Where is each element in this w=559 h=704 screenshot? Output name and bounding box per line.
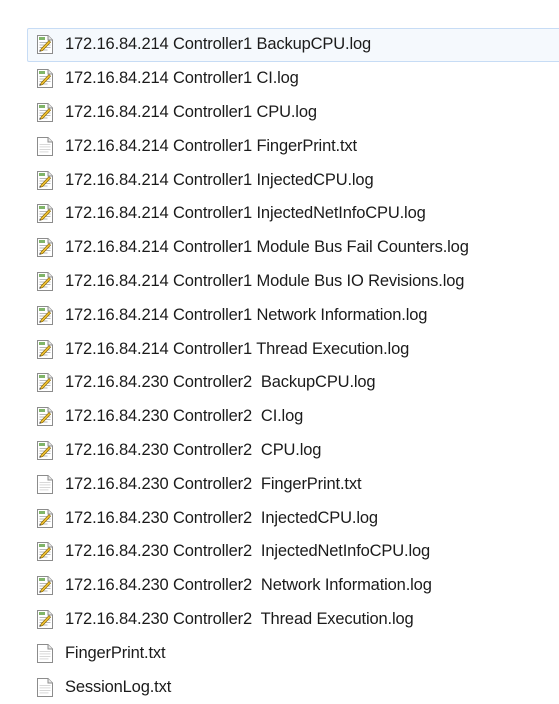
log-file-icon (35, 203, 55, 225)
file-item[interactable]: 172.16.84.230 Controller2 InjectedCPU.lo… (27, 501, 559, 535)
log-file-icon (35, 270, 55, 292)
file-item[interactable]: 172.16.84.214 Controller1 Module Bus IO … (27, 265, 559, 299)
log-file-icon (35, 372, 55, 394)
file-list: 172.16.84.214 Controller1 BackupCPU.log 1… (27, 28, 559, 704)
file-name: 172.16.84.214 Controller1 FingerPrint.tx… (65, 136, 357, 155)
log-file-icon (35, 575, 55, 597)
file-name: 172.16.84.230 Controller2 CI.log (65, 407, 304, 426)
log-file-icon (35, 68, 55, 90)
file-name: 172.16.84.230 Controller2 InjectedNetInf… (65, 542, 431, 561)
file-name: FingerPrint.txt (65, 643, 166, 662)
log-file-icon (35, 541, 55, 563)
file-name: 172.16.84.230 Controller2 InjectedCPU.lo… (65, 508, 378, 527)
file-name: 172.16.84.214 Controller1 CPU.log (65, 102, 317, 121)
file-name: 172.16.84.214 Controller1 BackupCPU.log (65, 35, 372, 54)
log-file-icon (35, 608, 55, 630)
file-item[interactable]: 172.16.84.214 Controller1 CPU.log (27, 96, 559, 130)
log-file-icon (35, 406, 55, 428)
file-item[interactable]: 172.16.84.230 Controller2 CI.log (27, 400, 559, 434)
file-name: 172.16.84.214 Controller1 Network Inform… (65, 305, 428, 324)
file-name: 172.16.84.214 Controller1 Thread Executi… (65, 339, 410, 358)
file-item[interactable]: 172.16.84.214 Controller1 InjectedCPU.lo… (27, 163, 559, 197)
file-item[interactable]: 172.16.84.214 Controller1 Thread Executi… (27, 332, 559, 366)
file-item[interactable]: 172.16.84.230 Controller2 InjectedNetInf… (27, 535, 559, 569)
file-name: 172.16.84.214 Controller1 InjectedNetInf… (65, 204, 426, 223)
log-file-icon (35, 439, 55, 461)
file-name: 172.16.84.214 Controller1 InjectedCPU.lo… (65, 170, 374, 189)
file-name: 172.16.84.230 Controller2 BackupCPU.log (65, 373, 376, 392)
file-item[interactable]: 172.16.84.214 Controller1 CI.log (27, 62, 559, 96)
file-item[interactable]: 172.16.84.214 Controller1 Module Bus Fai… (27, 231, 559, 265)
log-file-icon (35, 507, 55, 529)
text-file-icon (35, 642, 55, 664)
file-item[interactable]: 172.16.84.214 Controller1 InjectedNetInf… (27, 197, 559, 231)
file-name: 172.16.84.214 Controller1 CI.log (65, 69, 299, 88)
text-file-icon (35, 676, 55, 698)
file-item[interactable]: SessionLog.txt (27, 670, 559, 704)
file-item[interactable]: 172.16.84.230 Controller2 BackupCPU.log (27, 366, 559, 400)
log-file-icon (35, 101, 55, 123)
file-name: 172.16.84.230 Controller2 Network Inform… (65, 576, 432, 595)
file-name: 172.16.84.230 Controller2 FingerPrint.tx… (65, 474, 362, 493)
file-item[interactable]: 172.16.84.214 Controller1 Network Inform… (27, 298, 559, 332)
log-file-icon (35, 338, 55, 360)
file-item[interactable]: 172.16.84.230 Controller2 Thread Executi… (27, 603, 559, 637)
file-name: 172.16.84.214 Controller1 Module Bus Fai… (65, 238, 469, 257)
log-file-icon (35, 34, 55, 56)
file-item[interactable]: 172.16.84.214 Controller1 FingerPrint.tx… (27, 129, 559, 163)
file-name: SessionLog.txt (65, 677, 172, 696)
log-file-icon (35, 169, 55, 191)
file-item[interactable]: FingerPrint.txt (27, 636, 559, 670)
file-item[interactable]: 172.16.84.230 Controller2 FingerPrint.tx… (27, 467, 559, 501)
file-item[interactable]: 172.16.84.214 Controller1 BackupCPU.log (27, 28, 559, 62)
file-name: 172.16.84.214 Controller1 Module Bus IO … (65, 271, 465, 290)
file-name: 172.16.84.230 Controller2 Thread Executi… (65, 609, 414, 628)
file-item[interactable]: 172.16.84.230 Controller2 CPU.log (27, 434, 559, 468)
text-file-icon (35, 135, 55, 157)
log-file-icon (35, 304, 55, 326)
file-name: 172.16.84.230 Controller2 CPU.log (65, 440, 322, 459)
text-file-icon (35, 473, 55, 495)
log-file-icon (35, 237, 55, 259)
file-item[interactable]: 172.16.84.230 Controller2 Network Inform… (27, 569, 559, 603)
